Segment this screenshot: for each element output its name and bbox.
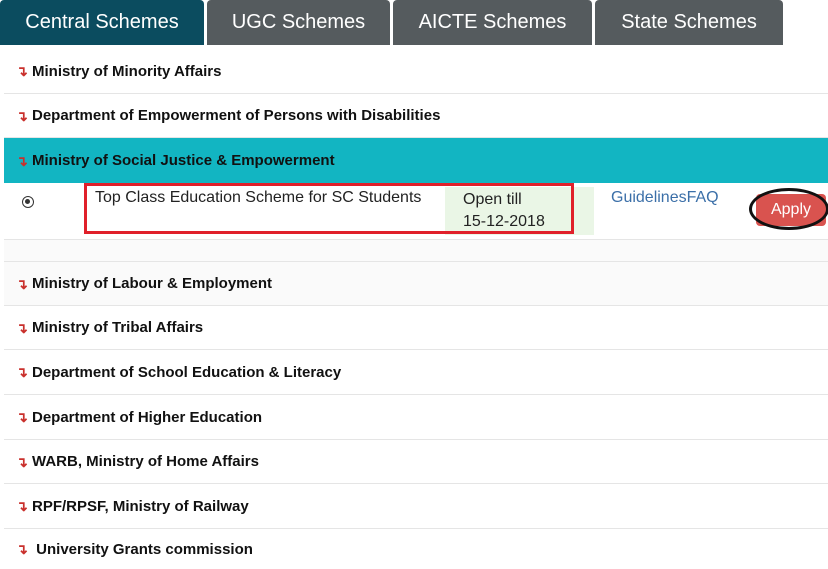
guidelines-link[interactable]: Guidelines	[611, 189, 687, 206]
scheme-links: GuidelinesFAQ	[611, 189, 719, 207]
expand-arrow-icon: ↴	[16, 541, 28, 557]
ministry-row-persons-disabilities[interactable]: ↴ Department of Empowerment of Persons w…	[4, 94, 828, 138]
ministry-label: Department of School Education & Literac…	[32, 363, 342, 381]
tab-state-schemes[interactable]: State Schemes	[595, 0, 783, 45]
ministry-label: RPF/RPSF, Ministry of Railway	[32, 497, 249, 515]
expand-arrow-icon: ↴	[16, 364, 28, 380]
expand-arrow-icon: ↴	[16, 319, 28, 336]
expand-arrow-icon: ↴	[16, 152, 28, 169]
ministry-row-railway[interactable]: ↴ RPF/RPSF, Ministry of Railway	[4, 484, 828, 529]
expand-arrow-icon: ↴	[16, 498, 28, 514]
ministry-row-social-justice[interactable]: ↴ Ministry of Social Justice & Empowerme…	[4, 138, 828, 183]
ministry-label: Ministry of Social Justice & Empowerment	[32, 152, 335, 169]
scheme-detail-row: Top Class Education Scheme for SC Studen…	[4, 183, 828, 240]
ministry-label: Department of Empowerment of Persons wit…	[32, 107, 441, 124]
ministry-row-tribal-affairs[interactable]: ↴ Ministry of Tribal Affairs	[4, 306, 828, 350]
tab-aicte-schemes[interactable]: AICTE Schemes	[393, 0, 592, 45]
expand-arrow-icon: ↴	[16, 453, 28, 470]
tab-ugc-schemes[interactable]: UGC Schemes	[207, 0, 390, 45]
scheme-tabs: Central Schemes UGC Schemes AICTE Scheme…	[0, 0, 828, 45]
open-till-date: 15-12-2018	[463, 213, 545, 230]
ministry-row-labour-employment[interactable]: ↴ Ministry of Labour & Employment	[4, 261, 828, 306]
open-till-label: Open till	[463, 191, 522, 208]
ministry-label: Ministry of Minority Affairs	[32, 62, 222, 80]
open-till-badge: Open till 15-12-2018	[445, 187, 594, 235]
faq-link[interactable]: FAQ	[687, 189, 719, 206]
ministry-label: Department of Higher Education	[32, 408, 263, 426]
ministry-row-ugc[interactable]: ↴ University Grants commission	[4, 529, 828, 569]
ministry-row-higher-education[interactable]: ↴ Department of Higher Education	[4, 395, 828, 440]
ministry-row-warb-home-affairs[interactable]: ↴ WARB, Ministry of Home Affairs	[4, 440, 828, 484]
ministry-row-school-education[interactable]: ↴ Department of School Education & Liter…	[4, 350, 828, 395]
expand-arrow-icon: ↴	[16, 275, 28, 292]
ministry-label: WARB, Ministry of Home Affairs	[32, 453, 259, 470]
expand-arrow-icon: ↴	[16, 409, 28, 425]
tab-central-schemes[interactable]: Central Schemes	[0, 0, 204, 45]
scheme-name: Top Class Education Scheme for SC Studen…	[95, 189, 422, 206]
ministry-label: Ministry of Labour & Employment	[32, 275, 273, 292]
expand-arrow-icon: ↴	[16, 107, 28, 124]
scheme-radio-button[interactable]	[22, 196, 34, 208]
ministry-label: Ministry of Tribal Affairs	[32, 319, 204, 336]
ministry-row-minority-affairs[interactable]: ↴ Ministry of Minority Affairs	[4, 49, 828, 94]
ministry-label: University Grants commission	[32, 540, 253, 558]
apply-button[interactable]: Apply	[756, 194, 826, 226]
expand-arrow-icon: ↴	[16, 63, 28, 79]
